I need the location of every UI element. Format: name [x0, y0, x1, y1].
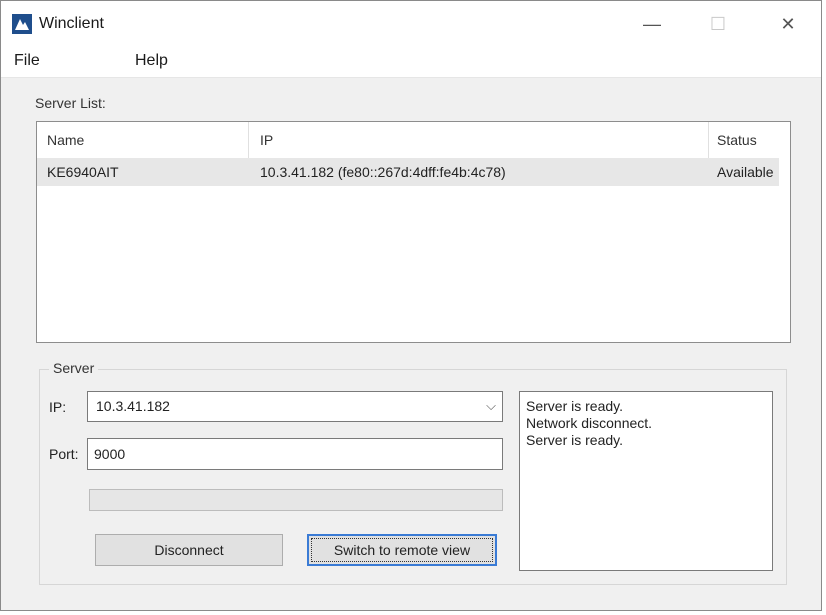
winclient-window: Winclient — ☐ ✕ File Help Server List: N… — [0, 0, 822, 611]
column-header-ip[interactable]: IP — [249, 122, 709, 158]
winclient-app-icon — [12, 14, 32, 34]
table-row[interactable]: KE6940AIT 10.3.41.182 (fe80::267d:4dff:f… — [37, 158, 779, 186]
server-list-header: Name IP Status — [37, 122, 790, 158]
column-header-status[interactable]: Status — [709, 122, 789, 158]
log-line: Server is ready. — [526, 398, 623, 414]
server-list-label: Server List: — [35, 95, 106, 111]
port-field[interactable]: 9000 — [87, 438, 503, 470]
focus-rectangle — [311, 538, 493, 562]
status-log[interactable]: Server is ready. Network disconnect. Serve… — [519, 391, 773, 571]
window-title: Winclient — [39, 15, 104, 32]
menu-help[interactable]: Help — [135, 52, 168, 70]
maximize-button[interactable]: ☐ — [695, 1, 741, 47]
server-name-cell: KE6940AIT — [47, 164, 119, 180]
minimize-button[interactable]: — — [629, 1, 675, 47]
chevron-down-icon[interactable]: ⌵ — [486, 398, 496, 414]
ip-value: 10.3.41.182 — [96, 398, 170, 414]
server-ip-cell: 10.3.41.182 (fe80::267d:4dff:fe4b:4c78) — [260, 164, 506, 180]
server-list[interactable]: Name IP Status KE6940AIT 10.3.41.182 (fe… — [36, 121, 791, 343]
server-status-cell: Available — [717, 164, 774, 180]
column-header-name[interactable]: Name — [37, 122, 249, 158]
title-bar[interactable]: Winclient — ☐ ✕ — [1, 1, 821, 47]
ip-label: IP: — [49, 399, 67, 415]
disconnect-button[interactable]: Disconnect — [95, 534, 283, 566]
ip-combobox[interactable]: 10.3.41.182 ⌵ — [87, 391, 503, 422]
log-line: Server is ready. — [526, 432, 623, 448]
menu-bar: File Help — [1, 47, 821, 78]
progress-bar — [89, 489, 503, 511]
log-line: Network disconnect. — [526, 415, 653, 431]
menu-file[interactable]: File — [14, 52, 40, 70]
switch-to-remote-view-button[interactable]: Switch to remote view — [307, 534, 497, 566]
port-label: Port: — [49, 446, 79, 462]
close-button[interactable]: ✕ — [765, 1, 811, 47]
port-value: 9000 — [94, 446, 126, 462]
server-group-label: Server — [49, 360, 99, 376]
